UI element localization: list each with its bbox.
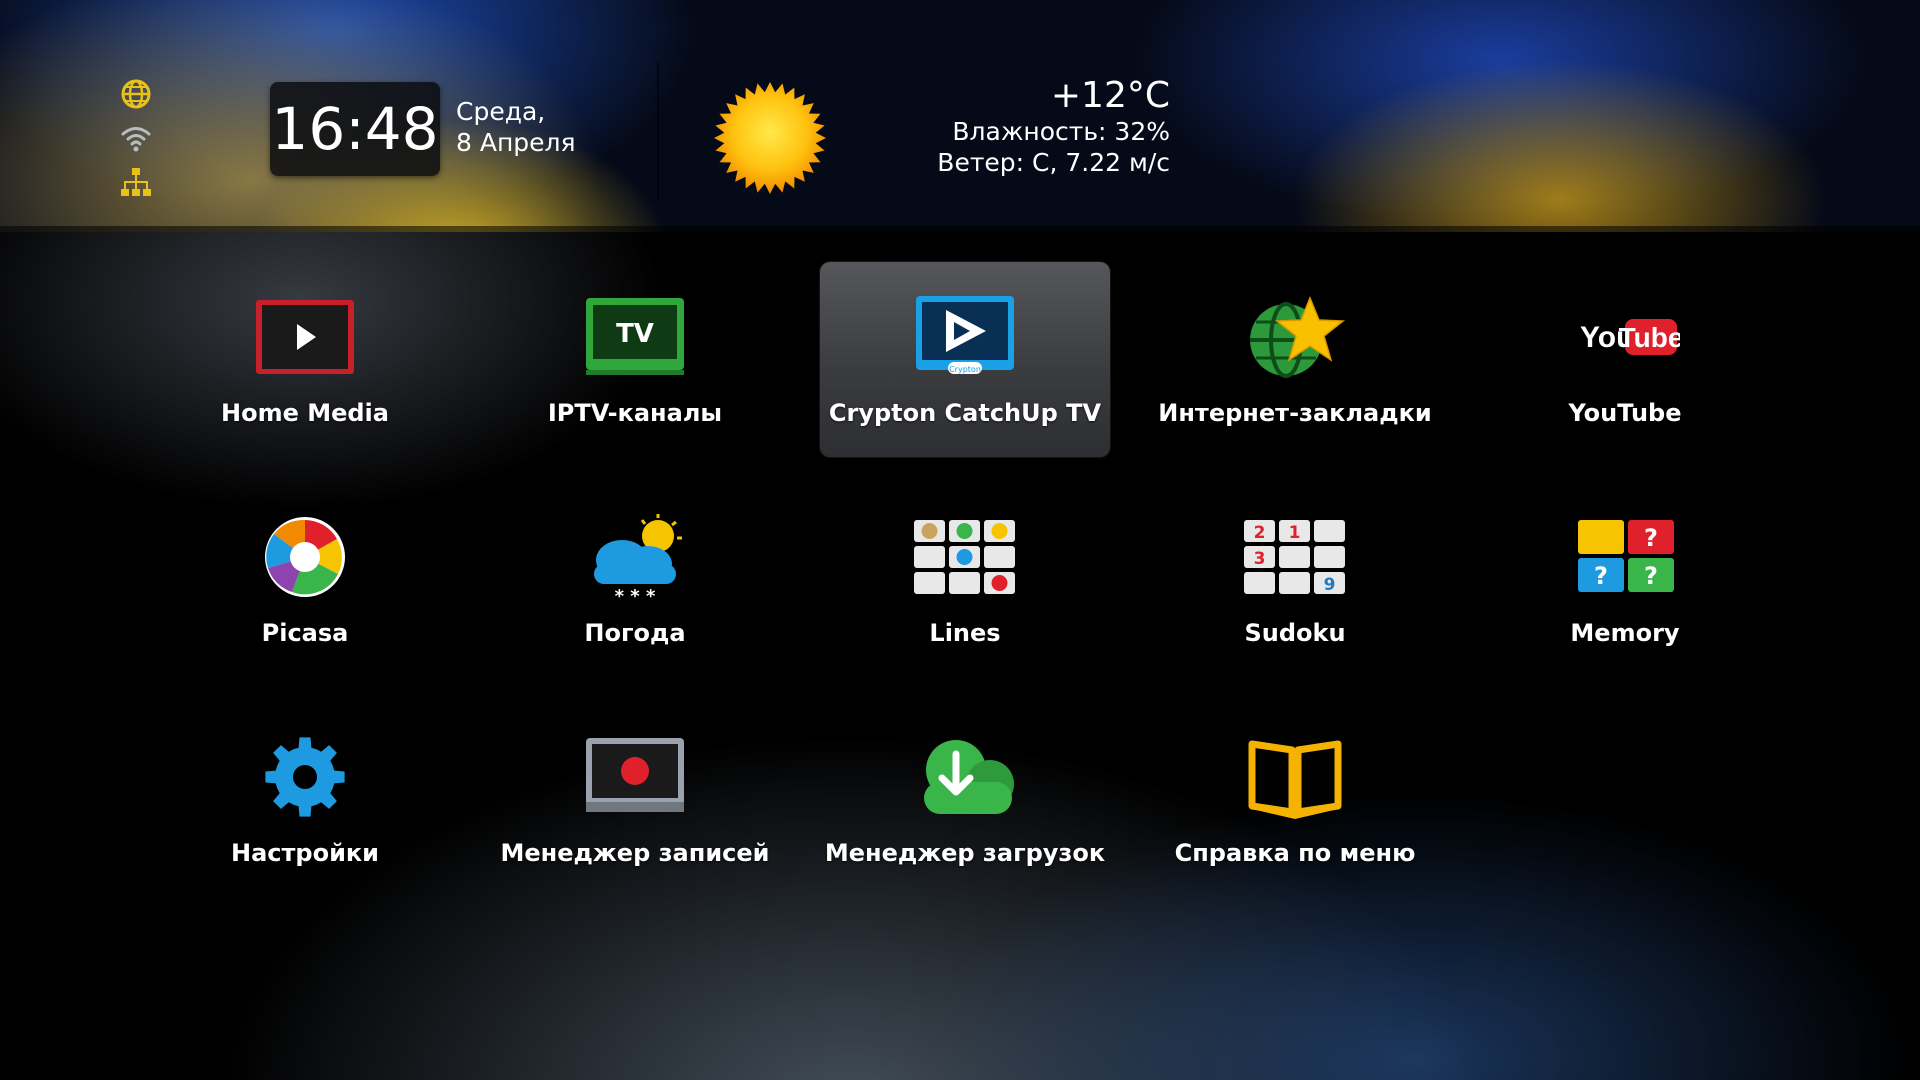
app-tile-menu-help[interactable]: Справка по меню xyxy=(1150,702,1440,897)
app-label: Настройки xyxy=(230,839,379,867)
svg-text:1: 1 xyxy=(1289,523,1301,543)
svg-text:* * *: * * * xyxy=(615,586,656,602)
app-tile-sudoku[interactable]: 2 1 3 9 Sudoku xyxy=(1150,482,1440,677)
top-info-bar: 16:48 Среда, 8 Апреля +12°C Влажность: 3… xyxy=(0,0,1920,232)
sudoku-icon: 2 1 3 9 xyxy=(1244,520,1345,595)
app-label: Sudoku xyxy=(1244,619,1346,647)
gear-icon xyxy=(265,737,345,817)
app-tile-iptv[interactable]: TV IPTV-каналы xyxy=(490,262,780,457)
date: 8 Апреля xyxy=(456,128,576,157)
catchup-tv-icon: Crypton xyxy=(916,296,1014,374)
lines-game-icon xyxy=(914,520,1015,594)
svg-text:3: 3 xyxy=(1254,549,1266,569)
app-tile-internet-bookmarks[interactable]: Интернет-закладки xyxy=(1150,262,1440,457)
weekday: Среда, xyxy=(456,97,546,126)
weather-wind: Ветер: С, 7.22 м/с xyxy=(937,148,1170,177)
svg-text:2: 2 xyxy=(1254,523,1266,543)
app-label: Менеджер загрузок xyxy=(824,839,1106,867)
record-icon xyxy=(586,738,684,812)
download-cloud-icon xyxy=(924,740,1014,814)
weather-info: +12°C Влажность: 32% Ветер: С, 7.22 м/с xyxy=(937,76,1170,178)
youtube-logo-icon: You Tube xyxy=(1580,319,1680,355)
home-media-icon xyxy=(256,300,354,374)
picasa-icon xyxy=(265,517,345,597)
app-tile-lines[interactable]: Lines xyxy=(820,482,1110,677)
tv-icon: TV xyxy=(586,298,684,375)
divider xyxy=(657,62,659,200)
app-label: Менеджер записей xyxy=(500,839,770,867)
app-label: Интернет-закладки xyxy=(1158,399,1432,427)
svg-text:?: ? xyxy=(1644,562,1658,590)
app-tile-memory[interactable]: ? ? ? Memory xyxy=(1480,482,1770,677)
app-label: Home Media xyxy=(221,399,389,427)
bookmark-globe-star-icon xyxy=(1250,296,1346,378)
svg-text:?: ? xyxy=(1644,524,1658,552)
svg-text:?: ? xyxy=(1594,562,1608,590)
globe-icon xyxy=(121,79,151,109)
connection-status-icons xyxy=(120,78,154,210)
app-label: Crypton CatchUp TV xyxy=(828,399,1102,427)
app-tile-download-manager[interactable]: Менеджер загрузок xyxy=(820,702,1110,897)
app-tile-picasa[interactable]: Picasa xyxy=(160,482,450,677)
app-tile-home-media[interactable]: Home Media xyxy=(160,262,450,457)
date-display: Среда, 8 Апреля xyxy=(456,96,576,158)
app-tile-crypton-catchup[interactable]: Crypton Crypton CatchUp TV xyxy=(820,262,1110,457)
app-label: Memory xyxy=(1570,619,1680,647)
svg-text:TV: TV xyxy=(616,319,654,349)
app-tile-record-manager[interactable]: Менеджер записей xyxy=(490,702,780,897)
book-icon xyxy=(1248,740,1342,819)
network-icon xyxy=(121,168,151,196)
app-label: Picasa xyxy=(261,619,349,647)
svg-text:Tube: Tube xyxy=(1619,322,1680,353)
app-label: Lines xyxy=(929,619,1001,647)
app-label: Справка по меню xyxy=(1174,839,1416,867)
memory-game-icon: ? ? ? xyxy=(1578,520,1674,592)
svg-text:9: 9 xyxy=(1324,575,1336,595)
clock: 16:48 xyxy=(270,82,440,176)
app-tile-settings[interactable]: Настройки xyxy=(160,702,450,897)
wifi-icon xyxy=(121,127,151,152)
app-label: IPTV-каналы xyxy=(547,399,723,427)
weather-temperature: +12°C xyxy=(1050,75,1170,116)
app-tile-youtube[interactable]: You Tube YouTube xyxy=(1480,262,1770,457)
weather-cloud-icon: * * * xyxy=(594,514,682,602)
sun-icon xyxy=(714,82,826,194)
weather-humidity: Влажность: 32% xyxy=(952,117,1170,146)
app-label: YouTube xyxy=(1568,399,1682,427)
app-tile-weather[interactable]: * * * Погода xyxy=(490,482,780,677)
app-label: Погода xyxy=(584,619,686,647)
svg-text:Crypton: Crypton xyxy=(949,365,981,374)
